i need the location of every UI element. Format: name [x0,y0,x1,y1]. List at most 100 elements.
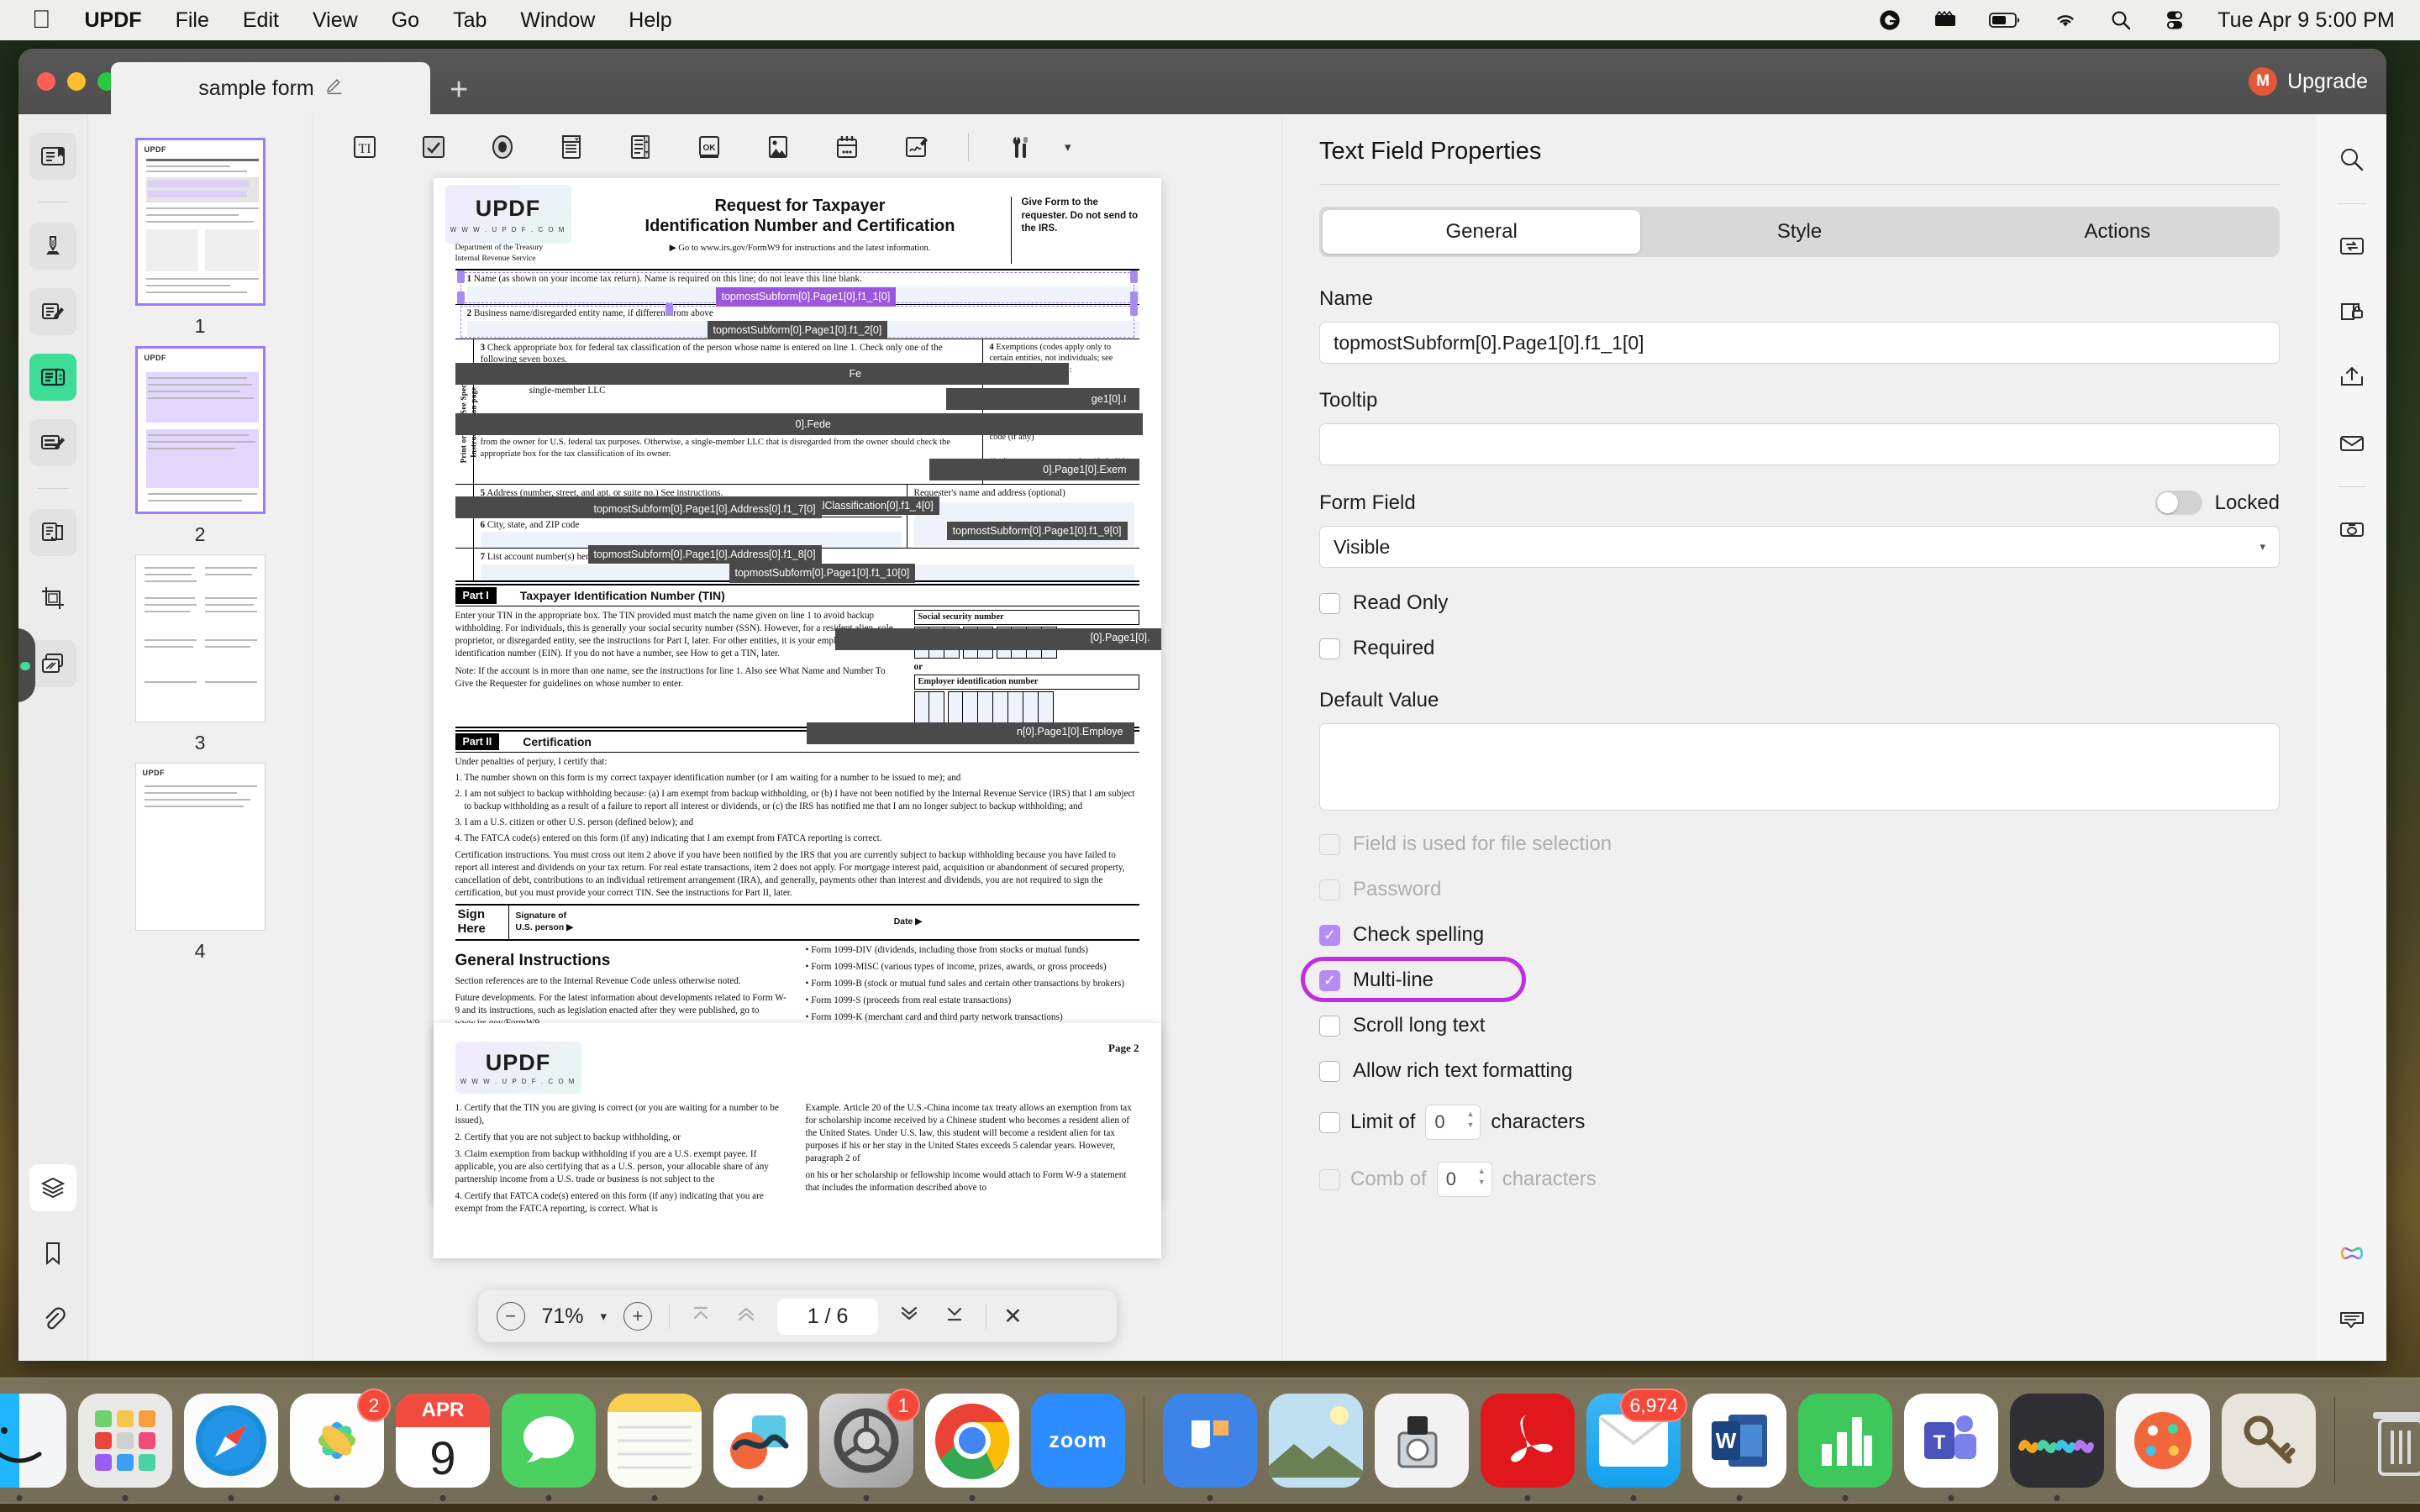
control-center-icon[interactable] [2164,9,2186,31]
dock-item-mail[interactable]: 6,974 [1586,1389,1687,1501]
field-name-overlay[interactable]: topmostSubform[0].Page1[0].f1_1[0] [715,287,897,307]
checkbox-box[interactable] [1319,638,1340,659]
apple-icon[interactable]:  [32,8,51,33]
sidebar-item-layers[interactable] [29,1164,76,1211]
thumbnail-item[interactable]: UPDF 2 [134,346,266,546]
zoom-in-button[interactable]: + [623,1302,653,1331]
dock-item-acrobat[interactable] [1481,1394,1575,1501]
dock-item-image-capture[interactable] [1375,1394,1469,1488]
resize-handle[interactable] [1129,270,1138,284]
dock-item-paint-app[interactable] [2116,1394,2210,1488]
menu-item-file[interactable]: File [176,8,209,33]
checkbox-multi-line[interactable]: Multi-line [1301,957,2280,1002]
battery-icon[interactable] [1989,12,2021,29]
dock-item-calendar[interactable]: APR 9 [396,1394,490,1501]
comb-stepper[interactable]: 0 ▲ ▼ [1436,1162,1492,1197]
dropdown-field-icon[interactable] [551,127,592,167]
convert-icon[interactable] [2328,223,2375,270]
list-box-field-icon[interactable] [620,127,660,167]
first-page-button[interactable] [687,1303,715,1331]
zoom-level-value[interactable]: 71% [542,1305,584,1329]
menu-item-updf[interactable]: UPDF [85,8,142,33]
upgrade-button[interactable]: Upgrade [2287,70,2368,94]
resize-handle[interactable] [456,291,465,304]
default-value-textarea[interactable] [1319,723,2280,811]
field-name-overlay[interactable]: topmostSubform[0].Page1[0].f1_2[0] [707,321,888,340]
dock-item-notes[interactable] [608,1394,702,1501]
checkbox-box[interactable] [1319,592,1340,614]
ai-assistant-icon[interactable] [2328,1230,2375,1277]
field-overlay-bar[interactable] [455,362,1069,385]
menu-item-go[interactable]: Go [392,8,419,33]
thumbnail-item[interactable]: UPDF 1 [134,138,266,338]
date-field-icon[interactable] [827,127,867,167]
thumbnail-item[interactable]: UPDF 4 [134,763,266,963]
dock-item-launchpad[interactable] [78,1394,172,1501]
sidebar-item-prepare-form[interactable] [29,354,76,401]
field-name-overlay[interactable]: [0].Page1[0]. [1084,628,1156,648]
dock-item-word[interactable]: W [1692,1394,1786,1501]
checkbox-box[interactable] [1319,1060,1340,1082]
menu-item-tab[interactable]: Tab [453,8,487,33]
grammarly-icon[interactable] [1878,8,1902,32]
document-tab[interactable]: sample form [111,62,430,114]
w9-line-1[interactable]: 1 Name (as shown on your income tax retu… [455,270,1139,307]
field-name-overlay[interactable]: topmostSubform[0].Page1[0].Address[0].f1… [587,545,822,564]
resize-handle[interactable] [665,303,673,316]
sidebar-collapse-handle[interactable] [18,628,35,702]
avatar[interactable]: M [2249,67,2278,96]
prev-page-button[interactable] [732,1303,760,1331]
protect-icon[interactable] [2328,288,2375,335]
tools-settings-icon[interactable] [1001,127,1041,167]
image-field-icon[interactable] [758,127,798,167]
signature-field-icon[interactable] [896,127,936,167]
w9-ein-boxes[interactable] [913,690,1139,723]
dock-item-updf[interactable] [1163,1394,1257,1501]
field-name-overlay[interactable]: n[0].Page1[0].Employe [1011,722,1129,742]
dock-item-teams[interactable]: T [1904,1394,1998,1501]
page-thumbnail[interactable] [134,554,266,722]
field-name-overlay[interactable]: 0].Page1[0].Exem [1037,459,1133,479]
limit-stepper[interactable]: 0 ▲ ▼ [1425,1105,1481,1140]
document-page-2[interactable]: UPDF W W W . U P D F . C O M Page 2 1. C… [433,1023,1161,1258]
search-icon[interactable] [2110,9,2132,31]
checkbox-allow-rich-text[interactable]: Allow rich text formatting [1319,1059,2280,1083]
share-icon[interactable] [2328,354,2375,401]
checkbox-password[interactable]: Password [1319,878,2280,901]
limit-of-characters-row[interactable]: Limit of 0 ▲ ▼ characters [1319,1105,2280,1140]
dock-item-squiggle-app[interactable] [2010,1394,2104,1501]
radio-button-field-icon[interactable] [482,127,523,167]
tab-actions[interactable]: Actions [1959,210,2276,254]
field-name-overlay[interactable]: topmostSubform[0].Page1[0].f1_10[0] [729,564,916,583]
checkbox-box[interactable] [1319,1111,1340,1133]
dock-item-zoom[interactable]: zoom [1031,1394,1125,1488]
visibility-select[interactable]: Visible ▾ [1319,526,2280,568]
dock-item-photos[interactable]: 2 [290,1389,391,1501]
field-name-overlay[interactable]: ge1[0].I [1085,389,1133,408]
keyboard-brightness-icon[interactable] [1933,11,1957,29]
locked-toggle[interactable] [2154,491,2202,515]
search-icon[interactable] [2328,136,2375,183]
sidebar-item-organize-pages[interactable] [29,509,76,556]
sidebar-item-crop-pages[interactable] [29,575,76,622]
close-icon[interactable]: ✕ [1003,1304,1023,1330]
page-thumbnail-pane[interactable]: UPDF 1 UPDF 2 3 UPDF 4 [88,114,313,1361]
comb-of-characters-row[interactable]: Comb of 0 ▲ ▼ characters [1319,1162,2280,1197]
checkbox-box[interactable] [1319,879,1340,900]
tooltip-input[interactable] [1319,423,2280,465]
dock-item-preview[interactable] [1269,1394,1363,1488]
w9-line-2[interactable]: 2 Business name/disregarded entity name,… [455,303,1139,340]
checkbox-box[interactable] [1319,1168,1340,1190]
next-page-button[interactable] [895,1303,923,1331]
checkbox-box[interactable] [1319,969,1340,991]
resize-handle[interactable] [456,270,465,284]
dock-item-messages[interactable] [502,1394,596,1501]
menu-item-edit[interactable]: Edit [243,8,279,33]
sidebar-item-bookmark[interactable] [29,1230,76,1277]
resize-handle[interactable] [1129,303,1138,316]
sidebar-item-highlighter[interactable] [29,223,76,270]
field-name-overlay[interactable]: 0].Fede [789,414,837,433]
dock-item-freeform[interactable] [713,1394,808,1501]
push-button-field-icon[interactable]: OK [689,127,729,167]
minimize-window-button[interactable] [67,72,86,91]
